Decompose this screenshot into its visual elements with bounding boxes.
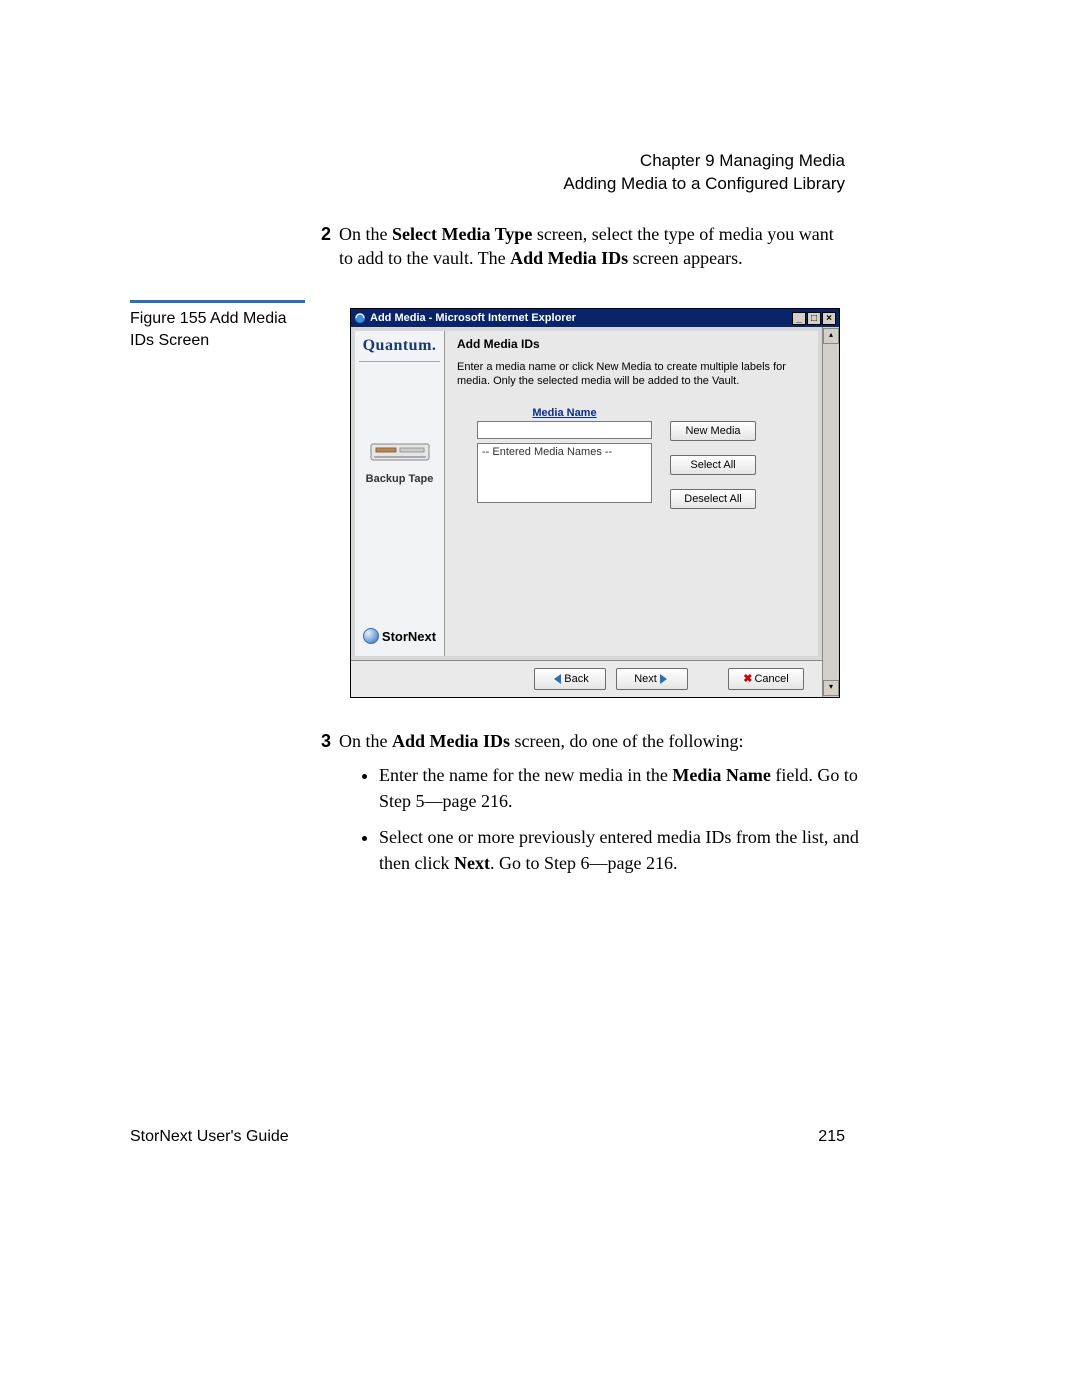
arrow-left-icon [554, 674, 561, 684]
vertical-scrollbar[interactable]: ▴ ▾ [822, 327, 839, 697]
step-3-lead-pre: On the [339, 731, 392, 751]
media-name-label: Media Name [477, 407, 652, 419]
maximize-button[interactable]: □ [807, 312, 821, 325]
figure-rule [130, 300, 305, 303]
stornext-ball-icon [363, 628, 379, 644]
chapter-line: Chapter 9 Managing Media [563, 150, 845, 173]
listbox-placeholder: -- Entered Media Names -- [482, 446, 612, 458]
backup-tape-label: Backup Tape [359, 473, 440, 485]
stornext-text: StorNext [382, 629, 436, 644]
footer-page-number: 215 [818, 1128, 845, 1146]
screenshot-window: Add Media - Microsoft Internet Explorer … [350, 308, 840, 698]
arrow-right-icon [660, 674, 667, 684]
add-media-ids-heading: Add Media IDs [457, 337, 806, 351]
section-line: Adding Media to a Configured Library [563, 173, 845, 196]
close-button[interactable]: × [822, 312, 836, 325]
scroll-up-button[interactable]: ▴ [823, 328, 839, 344]
step-2-bold-1: Select Media Type [392, 224, 532, 244]
page: Chapter 9 Managing Media Adding Media to… [0, 0, 1080, 1397]
wizard-content: Add Media IDs Enter a media name or clic… [445, 331, 818, 656]
select-all-button[interactable]: Select All [670, 455, 756, 475]
titlebar[interactable]: Add Media - Microsoft Internet Explorer … [351, 309, 839, 327]
step-2-text-post: screen appears. [628, 248, 742, 268]
next-button[interactable]: Next [616, 668, 688, 690]
entered-media-names-list[interactable]: -- Entered Media Names -- [477, 443, 652, 503]
window-title: Add Media - Microsoft Internet Explorer [370, 312, 576, 324]
step-2: 2 On the Select Media Type screen, selec… [339, 222, 849, 271]
add-media-ids-description: Enter a media name or click New Media to… [457, 361, 806, 389]
wizard-buttons: Back Next ✖Cancel [351, 660, 822, 697]
step-2-number: 2 [321, 222, 331, 246]
x-icon: ✖ [743, 673, 752, 685]
stornext-logo: StorNext [359, 628, 440, 650]
cancel-label: Cancel [754, 673, 788, 685]
new-media-button[interactable]: New Media [670, 421, 756, 441]
footer-guide: StorNext User's Guide [130, 1128, 289, 1146]
scroll-down-button[interactable]: ▾ [823, 680, 839, 696]
step-2-text-pre: On the [339, 224, 392, 244]
deselect-all-button[interactable]: Deselect All [670, 489, 756, 509]
media-name-input[interactable] [477, 421, 652, 439]
step-3: 3 On the Add Media IDs screen, do one of… [339, 728, 859, 886]
figure-caption: Figure 155 Add Media IDs Screen [130, 308, 310, 351]
next-label: Next [634, 673, 657, 685]
ie-icon [354, 312, 366, 324]
quantum-logo: Quantum. [359, 337, 440, 355]
step-3-lead-bold: Add Media IDs [392, 731, 510, 751]
backup-tape-icon [359, 438, 440, 469]
cancel-button[interactable]: ✖Cancel [728, 668, 804, 690]
step-2-bold-2: Add Media IDs [510, 248, 628, 268]
step-3-bullet-2: Select one or more previously entered me… [379, 824, 859, 876]
step-3-bullet-1: Enter the name for the new media in the … [379, 762, 859, 814]
page-header: Chapter 9 Managing Media Adding Media to… [563, 150, 845, 196]
back-label: Back [564, 673, 588, 685]
minimize-button[interactable]: _ [792, 312, 806, 325]
step-3-number: 3 [321, 728, 331, 754]
step-3-list: Enter the name for the new media in the … [339, 762, 859, 876]
wizard-body: Quantum. Backup Tape [351, 327, 822, 660]
step-3-lead-post: screen, do one of the following: [510, 731, 743, 751]
back-button[interactable]: Back [534, 668, 606, 690]
wizard-sidebar: Quantum. Backup Tape [355, 331, 445, 656]
